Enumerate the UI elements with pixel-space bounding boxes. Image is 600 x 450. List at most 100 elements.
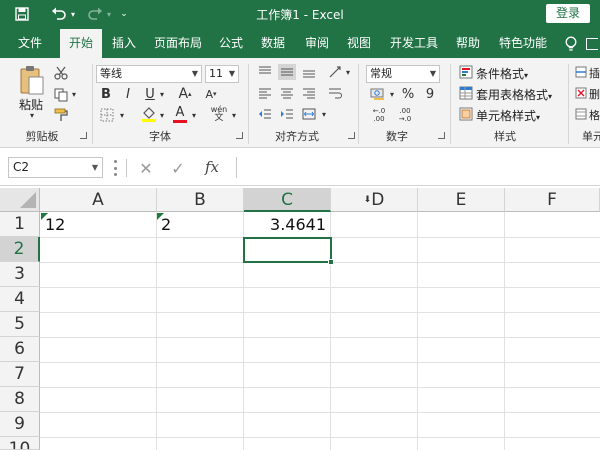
align-top-icon[interactable]: [256, 64, 274, 80]
number-format-combo[interactable]: 常规 ▼: [366, 65, 440, 83]
tab-formulas[interactable]: 公式: [212, 29, 250, 58]
row-header-5[interactable]: 5: [0, 312, 40, 337]
tab-review[interactable]: 审阅: [298, 29, 336, 58]
format-as-table-button[interactable]: 套用表格格式▾: [476, 86, 552, 103]
tell-me-search[interactable]: [584, 29, 600, 58]
insert-cells-icon[interactable]: [574, 64, 588, 80]
cell-styles-button[interactable]: 单元格样式▾: [476, 107, 540, 124]
row-header-6[interactable]: 6: [0, 337, 40, 362]
tab-developer[interactable]: 开发工具: [384, 29, 444, 58]
alignment-launcher-icon[interactable]: [348, 132, 355, 139]
insert-cells-label[interactable]: 插: [589, 65, 600, 81]
fill-color-dropdown-icon[interactable]: ▾: [158, 109, 166, 121]
comma-style-button[interactable]: 9: [422, 86, 438, 102]
accounting-format-icon[interactable]: [368, 86, 388, 102]
borders-icon[interactable]: [98, 106, 116, 124]
underline-button[interactable]: U: [142, 85, 158, 103]
font-name-combo[interactable]: 等线 ▼: [96, 65, 202, 83]
copy-dropdown-icon[interactable]: ▾: [70, 88, 78, 100]
underline-dropdown-icon[interactable]: ▾: [158, 88, 166, 100]
align-left-icon[interactable]: [256, 85, 274, 101]
decrease-decimal-icon[interactable]: .00 →.0: [394, 105, 416, 125]
fill-color-icon[interactable]: [140, 105, 158, 123]
paste-dropdown-icon[interactable]: ▾: [18, 110, 46, 120]
column-header-b[interactable]: B: [157, 188, 244, 212]
number-launcher-icon[interactable]: [438, 132, 445, 139]
phonetic-guide-icon[interactable]: wén 文: [208, 105, 230, 123]
align-right-icon[interactable]: [300, 85, 318, 101]
font-color-dropdown-icon[interactable]: ▾: [190, 109, 198, 121]
font-launcher-icon[interactable]: [236, 132, 243, 139]
conditional-format-button[interactable]: 条件格式▾: [476, 65, 528, 82]
column-header-c[interactable]: C: [244, 188, 331, 212]
formula-bar-grip-icon[interactable]: [114, 160, 118, 176]
row-header-1[interactable]: 1: [0, 212, 40, 237]
phonetic-dropdown-icon[interactable]: ▾: [230, 109, 238, 121]
login-button[interactable]: 登录: [546, 4, 590, 23]
tab-file[interactable]: 文件: [8, 29, 52, 58]
increase-indent-icon[interactable]: [278, 106, 296, 122]
cut-icon[interactable]: [52, 64, 70, 82]
increase-decimal-icon[interactable]: ←.0.00: [368, 105, 390, 125]
error-indicator-icon[interactable]: [41, 213, 48, 220]
cell-styles-icon[interactable]: [458, 106, 474, 122]
format-as-table-icon[interactable]: [458, 85, 474, 101]
delete-cells-label[interactable]: 删: [589, 86, 600, 102]
shrink-font-button[interactable]: A ▾: [202, 85, 220, 103]
cell-c1[interactable]: 3.4641: [244, 212, 330, 237]
borders-dropdown-icon[interactable]: ▾: [118, 109, 126, 121]
tab-view[interactable]: 视图: [340, 29, 378, 58]
row-header-4[interactable]: 4: [0, 287, 40, 312]
orientation-icon[interactable]: [326, 64, 344, 80]
align-bottom-icon[interactable]: [300, 64, 318, 80]
align-middle-icon[interactable]: [278, 64, 296, 80]
percent-style-button[interactable]: %: [400, 86, 416, 102]
delete-cells-icon[interactable]: [574, 85, 588, 101]
conditional-format-icon[interactable]: [458, 64, 474, 80]
font-color-icon[interactable]: A: [172, 104, 188, 124]
cell-b1[interactable]: 2: [157, 212, 243, 237]
column-header-f[interactable]: F: [505, 188, 600, 212]
format-cells-icon[interactable]: [574, 106, 588, 122]
fill-handle[interactable]: [328, 259, 334, 265]
orientation-dropdown-icon[interactable]: ▾: [344, 66, 352, 78]
row-header-8[interactable]: 8: [0, 387, 40, 412]
italic-button[interactable]: I: [120, 85, 136, 103]
tab-page-layout[interactable]: 页面布局: [148, 29, 208, 58]
column-header-a[interactable]: A: [40, 188, 157, 212]
row-header-2[interactable]: 2: [0, 237, 40, 262]
decrease-indent-icon[interactable]: [256, 106, 274, 122]
tab-insert[interactable]: 插入: [104, 29, 144, 58]
clipboard-launcher-icon[interactable]: [80, 132, 87, 139]
error-indicator-icon[interactable]: [157, 213, 164, 220]
align-center-icon[interactable]: [278, 85, 296, 101]
tab-special-features[interactable]: 特色功能: [492, 29, 554, 58]
format-cells-label[interactable]: 格: [589, 107, 600, 123]
paste-icon[interactable]: [18, 64, 46, 98]
grow-font-button[interactable]: A ▴: [176, 85, 194, 103]
row-header-3[interactable]: 3: [0, 262, 40, 287]
column-header-d[interactable]: ⬇D: [331, 188, 418, 212]
column-header-e[interactable]: E: [418, 188, 505, 212]
tab-home[interactable]: 开始: [60, 29, 102, 59]
active-cell-c2[interactable]: [243, 237, 332, 263]
wrap-text-icon[interactable]: [326, 85, 344, 101]
lightbulb-icon[interactable]: [560, 29, 582, 58]
tab-data[interactable]: 数据: [254, 29, 292, 58]
cancel-icon[interactable]: ✕: [136, 158, 156, 178]
copy-icon[interactable]: [52, 86, 70, 104]
select-all-button[interactable]: [0, 188, 40, 212]
row-header-7[interactable]: 7: [0, 362, 40, 387]
merge-center-icon[interactable]: [300, 106, 318, 122]
tab-help[interactable]: 帮助: [448, 29, 488, 58]
accounting-dropdown-icon[interactable]: ▾: [388, 88, 396, 100]
merge-dropdown-icon[interactable]: ▾: [320, 108, 328, 120]
formula-input[interactable]: [236, 157, 600, 178]
row-header-9[interactable]: 9: [0, 412, 40, 437]
enter-icon[interactable]: ✓: [168, 158, 188, 178]
insert-function-button[interactable]: fx: [200, 157, 224, 177]
row-header-10[interactable]: 10: [0, 437, 40, 450]
format-painter-icon[interactable]: [52, 106, 70, 124]
cell-a1[interactable]: 12: [41, 212, 156, 237]
bold-button[interactable]: B: [98, 85, 114, 103]
